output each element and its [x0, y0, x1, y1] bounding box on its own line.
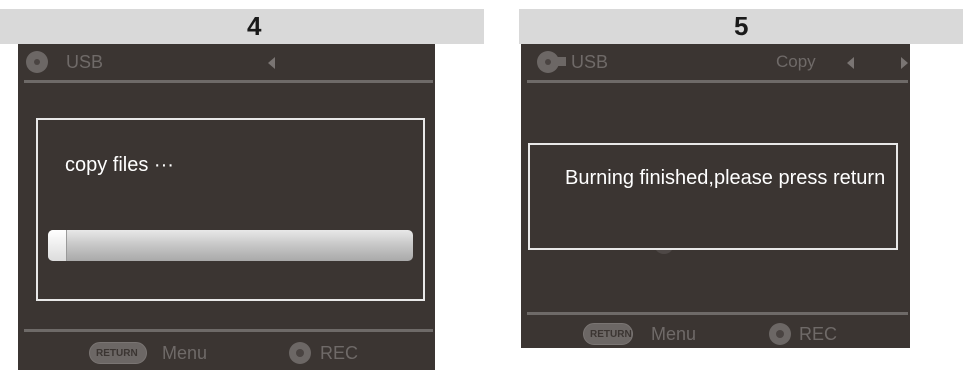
triangle-right-icon[interactable] [901, 57, 908, 69]
top-bar: USB [18, 44, 435, 83]
rec-label: REC [320, 343, 359, 363]
step-header-4: 4 [0, 9, 484, 44]
step-header-5: 5 [519, 9, 963, 44]
footer-bar: RETURN Menu REC [18, 340, 435, 370]
divider [527, 80, 908, 83]
divider [24, 80, 433, 83]
copy-dialog: copy files ··· [36, 118, 425, 301]
return-button[interactable]: RETURN [583, 323, 633, 345]
source-label[interactable]: USB [571, 49, 608, 75]
dialog-message: Burning finished,please press return [565, 167, 886, 189]
progress-fill [48, 230, 68, 261]
rec-label: REC [799, 324, 838, 344]
divider [24, 329, 433, 332]
triangle-left-icon[interactable] [847, 57, 854, 69]
menu-label: Menu [162, 343, 208, 363]
source-label[interactable]: USB [66, 49, 103, 75]
top-bar: USB Copy [521, 44, 910, 83]
mode-label[interactable]: Copy [776, 49, 816, 75]
finish-dialog: Burning finished,please press return [528, 143, 898, 250]
step-number: 5 [734, 11, 749, 41]
screen-step-4: USB copy files ··· RETURN Menu REC [18, 44, 435, 370]
dialog-message: copy files ··· [65, 154, 174, 176]
footer-bar: RETURN Menu REC [521, 321, 910, 348]
disc-icon [26, 51, 48, 73]
step-number: 4 [247, 11, 262, 41]
rec-icon[interactable] [289, 342, 311, 364]
rec-icon[interactable] [769, 323, 791, 345]
screen-step-5: USB Copy Burning finished,please press r… [521, 44, 910, 348]
menu-label: Menu [651, 324, 697, 344]
progress-bar [48, 230, 413, 261]
return-button[interactable]: RETURN [89, 342, 147, 364]
triangle-left-icon[interactable] [268, 57, 275, 69]
divider [527, 312, 908, 315]
usb-plug-icon [556, 57, 566, 66]
